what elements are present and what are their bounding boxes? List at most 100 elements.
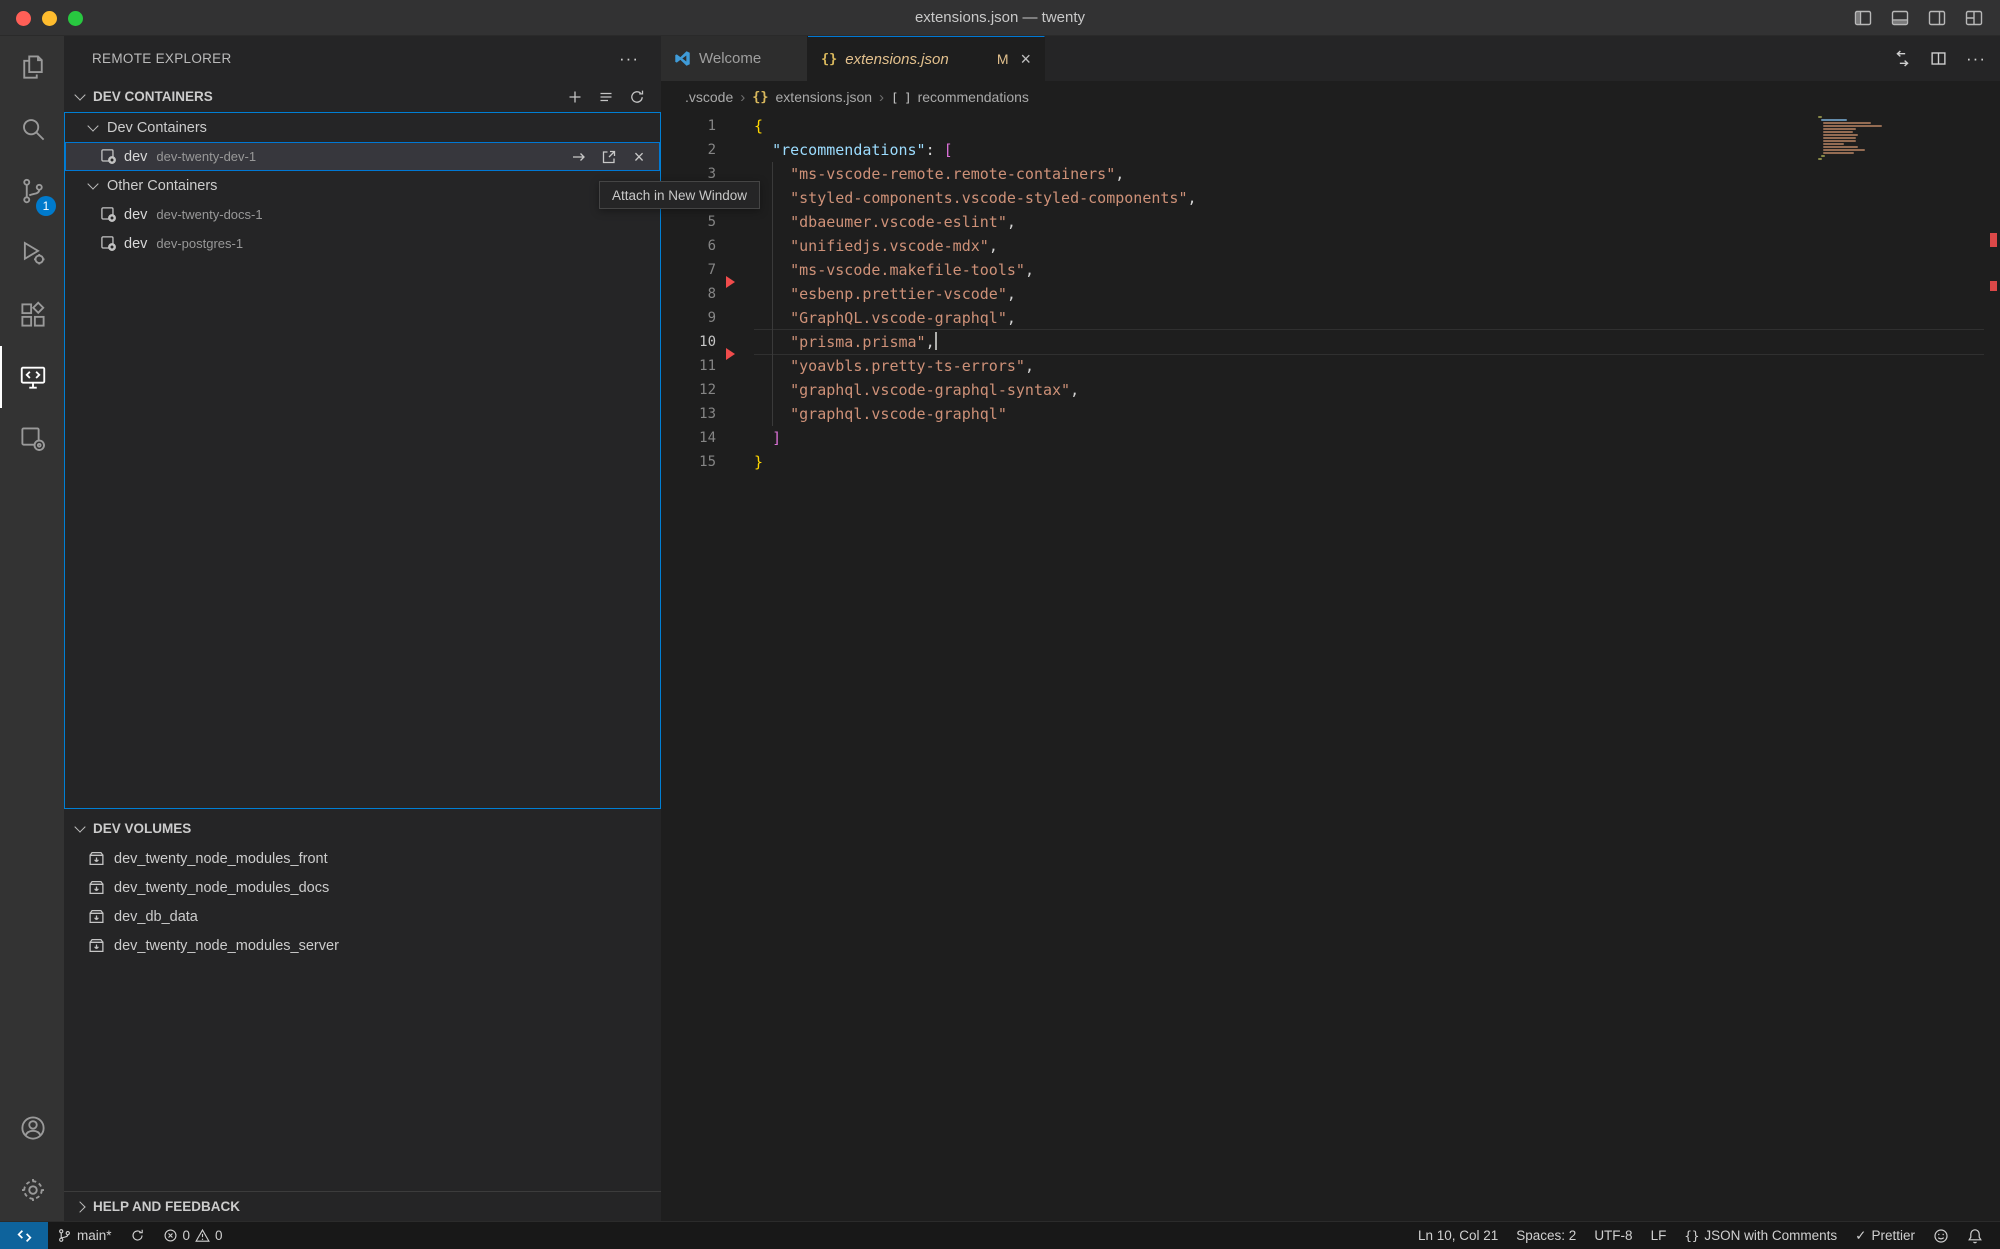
formatter-status[interactable]: ✓ Prettier	[1846, 1222, 1924, 1249]
line-number[interactable]: 1	[661, 114, 716, 138]
tree-group-other-containers[interactable]: Other Containers	[65, 171, 660, 200]
editor-more-actions-icon[interactable]: ···	[1966, 49, 1986, 69]
code-line-2[interactable]: 2 "recommendations": [	[661, 138, 2000, 162]
volume-row-dev-db-data[interactable]: dev_db_data	[64, 902, 661, 931]
line-number[interactable]: 7	[661, 258, 716, 282]
notifications-bell-icon[interactable]	[1958, 1222, 1992, 1249]
zoom-window-button[interactable]	[68, 11, 83, 26]
activity-run-debug-icon[interactable]	[0, 222, 64, 284]
git-branch-status[interactable]: main*	[48, 1222, 121, 1249]
minimize-window-button[interactable]	[42, 11, 57, 26]
container-row-dev-twenty-docs-1[interactable]: devdev-twenty-docs-1	[65, 200, 660, 229]
line-number[interactable]: 6	[661, 234, 716, 258]
language-mode-status[interactable]: {} JSON with Comments	[1675, 1222, 1846, 1249]
section-header-dev-volumes[interactable]: DEV VOLUMES	[64, 813, 661, 844]
account-icon[interactable]	[0, 1097, 64, 1159]
error-icon	[163, 1228, 178, 1243]
line-number[interactable]: 8	[661, 282, 716, 306]
dev-containers-tree: Dev Containersdevdev-twenty-dev-1×Other …	[64, 112, 661, 809]
json-file-icon: {}	[821, 51, 837, 67]
code-line-8[interactable]: 8 "esbenp.prettier-vscode",	[661, 282, 2000, 306]
minimap[interactable]	[1818, 116, 1888, 160]
chevron-down-icon	[87, 178, 98, 189]
indentation-status[interactable]: Spaces: 2	[1507, 1222, 1585, 1249]
refresh-icon[interactable]	[629, 89, 645, 105]
code-line-10[interactable]: 10 "prisma.prisma",	[661, 330, 2000, 354]
gutter-glyph-margin	[716, 114, 754, 138]
toggle-panel-icon[interactable]	[1890, 8, 1910, 28]
line-number[interactable]: 13	[661, 402, 716, 426]
activity-dev-containers-icon[interactable]	[0, 408, 64, 470]
code-line-6[interactable]: 6 "unifiedjs.vscode-mdx",	[661, 234, 2000, 258]
code-text: "GraphQL.vscode-graphql",	[754, 306, 1016, 330]
line-number[interactable]: 14	[661, 426, 716, 450]
sidebar-more-actions-icon[interactable]: ···	[619, 49, 639, 69]
code-text: ]	[754, 426, 781, 450]
tab-extensions-json[interactable]: {} extensions.json M ×	[808, 36, 1045, 81]
line-number[interactable]: 5	[661, 210, 716, 234]
code-line-4[interactable]: 4 "styled-components.vscode-styled-compo…	[661, 186, 2000, 210]
close-tab-icon[interactable]: ×	[1020, 50, 1031, 68]
text-cursor	[935, 332, 937, 350]
code-line-7[interactable]: 7 "ms-vscode.makefile-tools",	[661, 258, 2000, 282]
git-modified-badge: M	[997, 51, 1009, 67]
activity-explorer-icon[interactable]	[0, 36, 64, 98]
close-window-button[interactable]	[16, 11, 31, 26]
dev-container-icon	[100, 206, 117, 223]
code-line-3[interactable]: 3 "ms-vscode-remote.remote-containers",	[661, 162, 2000, 186]
eol-status[interactable]: LF	[1642, 1222, 1676, 1249]
activity-bar: 1	[0, 36, 64, 1221]
line-number[interactable]: 10	[661, 330, 716, 354]
breadcrumb-file[interactable]: extensions.json	[776, 89, 873, 105]
customize-layout-icon[interactable]	[1964, 8, 1984, 28]
section-header-dev-containers[interactable]: DEV CONTAINERS	[64, 81, 661, 112]
activity-extensions-icon[interactable]	[0, 284, 64, 346]
code-line-9[interactable]: 9 "GraphQL.vscode-graphql",	[661, 306, 2000, 330]
line-number[interactable]: 11	[661, 354, 716, 378]
line-number[interactable]: 12	[661, 378, 716, 402]
breadcrumb-folder[interactable]: .vscode	[685, 89, 733, 105]
split-editor-icon[interactable]	[1930, 50, 1947, 67]
remote-indicator-icon[interactable]	[0, 1222, 48, 1249]
tab-welcome[interactable]: Welcome	[661, 36, 808, 81]
code-line-11[interactable]: 11 "yoavbls.pretty-ts-errors",	[661, 354, 2000, 378]
sync-changes-button[interactable]	[121, 1222, 154, 1249]
line-number[interactable]: 2	[661, 138, 716, 162]
code-line-13[interactable]: 13 "graphql.vscode-graphql"	[661, 402, 2000, 426]
code-line-5[interactable]: 5 "dbaeumer.vscode-eslint",	[661, 210, 2000, 234]
section-header-help-and-feedback[interactable]: HELP AND FEEDBACK	[64, 1191, 661, 1221]
activity-source-control-icon[interactable]: 1	[0, 160, 64, 222]
code-line-14[interactable]: 14 ]	[661, 426, 2000, 450]
filter-list-icon[interactable]	[598, 89, 614, 105]
activity-remote-explorer-icon[interactable]	[0, 346, 64, 408]
code-line-1[interactable]: 1{	[661, 114, 2000, 138]
breadcrumb-symbol[interactable]: recommendations	[918, 89, 1029, 105]
attach-current-window-icon[interactable]	[570, 148, 588, 166]
feedback-icon[interactable]	[1924, 1222, 1958, 1249]
container-row-dev-twenty-dev-1[interactable]: devdev-twenty-dev-1×	[65, 142, 660, 171]
line-number[interactable]: 9	[661, 306, 716, 330]
toggle-primary-sidebar-icon[interactable]	[1853, 8, 1873, 28]
activity-search-icon[interactable]	[0, 98, 64, 160]
volume-row-dev-twenty-node-modules-server[interactable]: dev_twenty_node_modules_server	[64, 931, 661, 960]
code-line-15[interactable]: 15}	[661, 450, 2000, 474]
encoding-status[interactable]: UTF-8	[1585, 1222, 1641, 1249]
code-editor[interactable]: 1{2 "recommendations": [3 "ms-vscode-rem…	[661, 113, 2000, 1221]
cursor-position-status[interactable]: Ln 10, Col 21	[1409, 1222, 1507, 1249]
stop-container-icon[interactable]: ×	[630, 148, 648, 166]
new-dev-container-icon[interactable]	[567, 89, 583, 105]
toggle-secondary-sidebar-icon[interactable]	[1927, 8, 1947, 28]
git-branch-icon	[57, 1228, 72, 1243]
attach-new-window-icon[interactable]	[600, 148, 618, 166]
minimap-line	[1823, 149, 1865, 151]
container-row-dev-postgres-1[interactable]: devdev-postgres-1	[65, 229, 660, 258]
line-number[interactable]: 15	[661, 450, 716, 474]
volume-row-dev-twenty-node-modules-front[interactable]: dev_twenty_node_modules_front	[64, 844, 661, 873]
problems-status[interactable]: 0 0	[154, 1222, 232, 1249]
settings-gear-icon[interactable]	[0, 1159, 64, 1221]
volume-row-dev-twenty-node-modules-docs[interactable]: dev_twenty_node_modules_docs	[64, 873, 661, 902]
open-changes-icon[interactable]	[1894, 50, 1911, 67]
tree-group-dev-containers[interactable]: Dev Containers	[65, 113, 660, 142]
code-line-12[interactable]: 12 "graphql.vscode-graphql-syntax",	[661, 378, 2000, 402]
breadcrumb: .vscode › {} extensions.json › [ ] recom…	[661, 81, 2000, 113]
